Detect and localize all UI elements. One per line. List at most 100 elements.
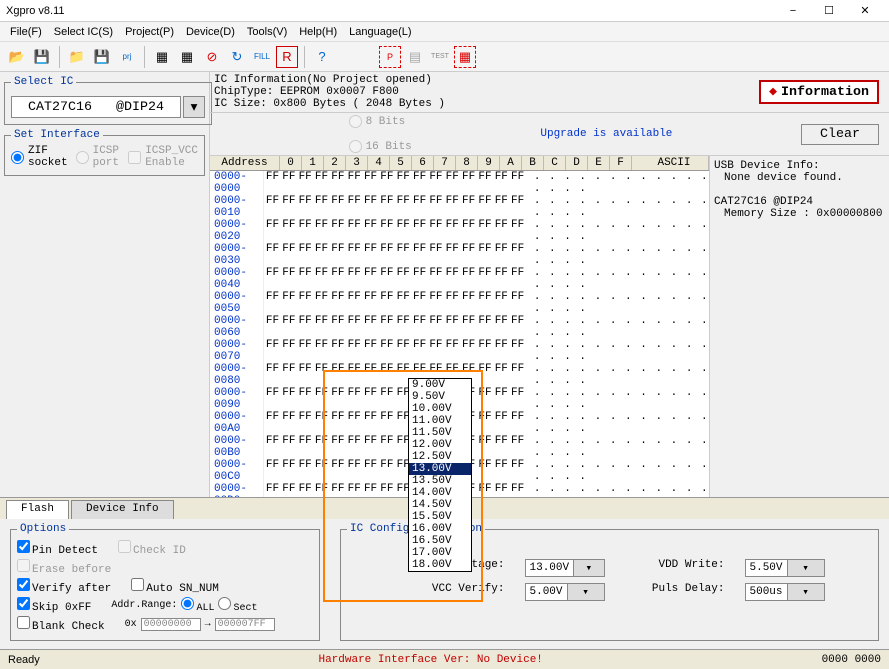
select-ic-legend: Select IC xyxy=(11,76,76,88)
dropdown-item[interactable]: 12.00V xyxy=(409,439,471,451)
dropdown-item[interactable]: 14.00V xyxy=(409,487,471,499)
usb-line2: CAT27C16 @DIP24 xyxy=(714,196,885,208)
menu-file[interactable]: File(F) xyxy=(4,24,48,40)
window-controls: − ☐ ✕ xyxy=(775,0,883,22)
test-icon[interactable]: TEST xyxy=(429,46,451,68)
check-id-check: Check ID xyxy=(118,540,186,557)
maximize-button[interactable]: ☐ xyxy=(811,0,847,22)
erase-icon[interactable]: ↻ xyxy=(226,46,248,68)
hex-row[interactable]: 0000-0010FFFFFFFFFFFFFFFFFFFFFFFFFFFFFFF… xyxy=(210,195,709,219)
blank-icon[interactable]: ⊘ xyxy=(201,46,223,68)
save-icon[interactable]: 💾 xyxy=(31,46,53,68)
vcc-label: VCC Verify: xyxy=(395,583,505,601)
erase-before-check: Erase before xyxy=(17,559,111,576)
prj-save-icon[interactable]: 💾 xyxy=(91,46,113,68)
hex-row[interactable]: 0000-0030FFFFFFFFFFFFFFFFFFFFFFFFFFFFFFF… xyxy=(210,243,709,267)
chevron-down-icon[interactable]: ▾ xyxy=(787,584,824,600)
window-title: Xgpro v8.11 xyxy=(6,5,65,17)
addr-all-radio[interactable]: ALL xyxy=(181,597,214,614)
hex-row[interactable]: 0000-0020FFFFFFFFFFFFFFFFFFFFFFFFFFFFFFF… xyxy=(210,219,709,243)
puls-select[interactable]: 500us▾ xyxy=(745,583,825,601)
dropdown-item[interactable]: 14.50V xyxy=(409,499,471,511)
chevron-down-icon[interactable]: ▾ xyxy=(573,560,603,576)
ic-name-input[interactable] xyxy=(11,96,181,118)
zif-radio[interactable]: ZIF socket xyxy=(11,145,68,169)
chip-verify-icon[interactable]: ▦ xyxy=(176,46,198,68)
menu-selectic[interactable]: Select IC(S) xyxy=(48,24,119,40)
vdd-select[interactable]: 5.50V▾ xyxy=(745,559,825,577)
vcc-select[interactable]: 5.00V▾ xyxy=(525,583,605,601)
chip2-icon[interactable]: ▦ xyxy=(454,46,476,68)
dropdown-item[interactable]: 18.00V xyxy=(409,559,471,571)
usb-line1: None device found. xyxy=(714,172,885,184)
hex-row[interactable]: 0000-0000FFFFFFFFFFFFFFFFFFFFFFFFFFFFFFF… xyxy=(210,171,709,195)
chevron-down-icon[interactable]: ▾ xyxy=(567,584,604,600)
dropdown-item[interactable]: 15.50V xyxy=(409,511,471,523)
pin-detect-check[interactable]: Pin Detect xyxy=(17,540,98,557)
help-icon[interactable]: ? xyxy=(311,46,333,68)
verify-after-check[interactable]: Verify after xyxy=(17,578,111,595)
fill-icon[interactable]: FILL xyxy=(251,46,273,68)
dropdown-item[interactable]: 16.00V xyxy=(409,523,471,535)
chip-type-text: ChipType: EEPROM 0x0007 F800 xyxy=(214,86,445,98)
chip-read-icon[interactable]: ▦ xyxy=(151,46,173,68)
addr-sect-radio[interactable]: Sect xyxy=(218,597,257,614)
usb-line3: Memory Size : 0x00000800 xyxy=(714,208,885,220)
clear-button[interactable]: Clear xyxy=(801,124,879,145)
dropdown-item[interactable]: 11.50V xyxy=(409,427,471,439)
open-icon[interactable]: 📂 xyxy=(6,46,28,68)
chevron-down-icon[interactable]: ▾ xyxy=(787,560,824,576)
hex-row[interactable]: 0000-0050FFFFFFFFFFFFFFFFFFFFFFFFFFFFFFF… xyxy=(210,291,709,315)
vpp-select[interactable]: 13.00V▾ xyxy=(525,559,605,577)
options-fieldset: Options Pin Detect Check ID Erase before… xyxy=(10,523,320,641)
dropdown-item[interactable]: 13.00V xyxy=(409,463,471,475)
usb-device-info: USB Device Info: None device found. CAT2… xyxy=(709,156,889,497)
set-interface-fieldset: Set Interface ZIF socket ICSP port ICSP_… xyxy=(4,129,205,176)
information-button[interactable]: ◆Information xyxy=(759,80,879,104)
addr-from-input[interactable] xyxy=(141,618,201,631)
dropdown-item[interactable]: 12.50V xyxy=(409,451,471,463)
prj-icon[interactable]: prj xyxy=(116,46,138,68)
ic-info-header-text: IC Information(No Project opened) xyxy=(214,74,445,86)
close-button[interactable]: ✕ xyxy=(847,0,883,22)
upgrade-link[interactable]: Upgrade is available xyxy=(540,128,672,140)
title-bar: Xgpro v8.11 − ☐ ✕ xyxy=(0,0,889,22)
menu-language[interactable]: Language(L) xyxy=(343,24,417,40)
dropdown-item[interactable]: 9.00V xyxy=(409,379,471,391)
bits-row: 8 Bits 16 Bits Upgrade is available Clea… xyxy=(210,113,889,156)
menu-device[interactable]: Device(D) xyxy=(180,24,241,40)
status-bar: Ready Hardware Interface Ver: No Device!… xyxy=(0,649,889,669)
dropdown-item[interactable]: 17.00V xyxy=(409,547,471,559)
menu-help[interactable]: Help(H) xyxy=(293,24,343,40)
dropdown-item[interactable]: 16.50V xyxy=(409,535,471,547)
hex-row[interactable]: 0000-0040FFFFFFFFFFFFFFFFFFFFFFFFFFFFFFF… xyxy=(210,267,709,291)
dropdown-item[interactable]: 13.50V xyxy=(409,475,471,487)
dropdown-item[interactable]: 10.00V xyxy=(409,403,471,415)
tab-flash[interactable]: Flash xyxy=(6,500,69,519)
ic-info-panel: IC Information(No Project opened) ChipTy… xyxy=(210,72,889,113)
dropdown-item[interactable]: 9.50V xyxy=(409,391,471,403)
icsp-vcc-check: ICSP_VCC Enable xyxy=(128,145,198,169)
menu-tools[interactable]: Tools(V) xyxy=(241,24,293,40)
hw-status: Hardware Interface Ver: No Device! xyxy=(318,654,542,666)
toolbar: 📂 💾 📁 💾 prj ▦ ▦ ⊘ ↻ FILL R ? P ▤ TEST ▦ xyxy=(0,42,889,72)
minimize-button[interactable]: − xyxy=(775,0,811,22)
dropdown-item[interactable]: 11.00V xyxy=(409,415,471,427)
vpp-dropdown-list[interactable]: 9.00V9.50V10.00V11.00V11.50V12.00V12.50V… xyxy=(408,378,472,572)
program-icon[interactable]: P xyxy=(379,46,401,68)
blank-check-check[interactable]: Blank Check xyxy=(17,616,105,633)
sheet-icon[interactable]: ▤ xyxy=(404,46,426,68)
run-icon[interactable]: R xyxy=(276,46,298,68)
addr-to-input[interactable] xyxy=(215,618,275,631)
menu-project[interactable]: Project(P) xyxy=(119,24,180,40)
tab-device-info[interactable]: Device Info xyxy=(71,500,174,519)
left-panel: Select IC ▾ Set Interface ZIF socket ICS… xyxy=(0,72,210,497)
prj-open-icon[interactable]: 📁 xyxy=(66,46,88,68)
8bits-radio: 8 Bits xyxy=(349,115,412,128)
auto-sn-check[interactable]: Auto SN_NUM xyxy=(131,578,219,595)
vdd-label: VDD Write: xyxy=(625,559,725,577)
skip-oxff-check[interactable]: Skip 0xFF xyxy=(17,597,91,614)
hex-row[interactable]: 0000-0060FFFFFFFFFFFFFFFFFFFFFFFFFFFFFFF… xyxy=(210,315,709,339)
ic-dropdown-button[interactable]: ▾ xyxy=(183,96,205,118)
hex-row[interactable]: 0000-0070FFFFFFFFFFFFFFFFFFFFFFFFFFFFFFF… xyxy=(210,339,709,363)
